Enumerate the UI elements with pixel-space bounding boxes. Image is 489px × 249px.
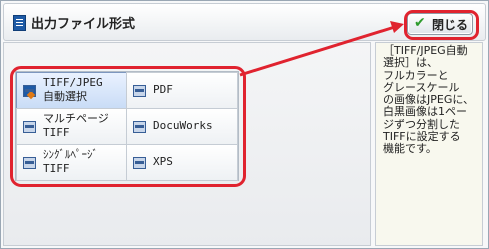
arrow-line: [239, 24, 399, 77]
arrow-head: [390, 21, 404, 33]
annotation-arrow: [239, 21, 404, 77]
